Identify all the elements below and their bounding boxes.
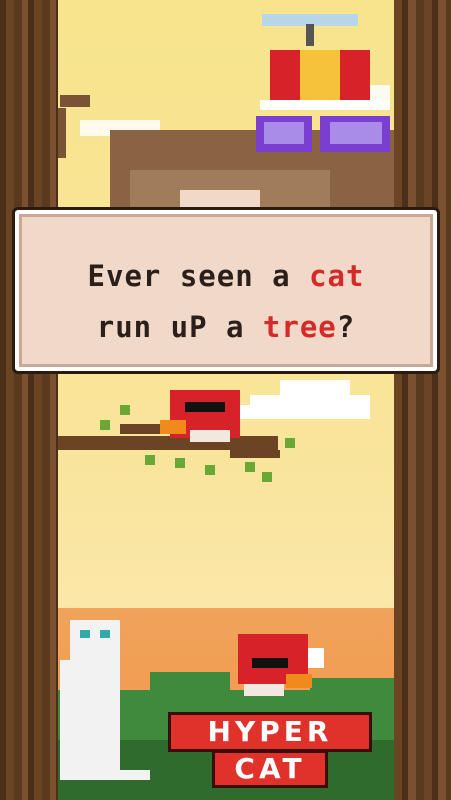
red-bird-bottom xyxy=(238,634,312,696)
cat-brown xyxy=(52,95,410,210)
scenery xyxy=(52,14,410,800)
logo-hyper: HYPER xyxy=(168,712,372,752)
logo-cat: CAT xyxy=(212,750,328,788)
tree-trunk-left xyxy=(0,0,58,800)
caption-text: ? xyxy=(336,310,356,344)
caption-line-1: Ever seen a cat xyxy=(15,259,437,293)
tree-trunk-right xyxy=(394,0,451,800)
caption-line-2: run uP a tree? xyxy=(15,310,437,344)
cloud-branch xyxy=(232,380,370,419)
caption-highlight-tree: tree xyxy=(262,310,337,344)
speech-box: Ever seen a cat run uP a tree? xyxy=(12,207,440,374)
red-bird-branch xyxy=(160,390,240,442)
caption-highlight-cat: cat xyxy=(309,259,365,293)
game-logo: HYPER CAT xyxy=(168,712,372,788)
caption-text: Ever seen a xyxy=(87,259,310,293)
caption-text: run uP a xyxy=(96,310,263,344)
game-screen: Ever seen a cat run uP a tree? HYPER CAT xyxy=(0,0,451,800)
